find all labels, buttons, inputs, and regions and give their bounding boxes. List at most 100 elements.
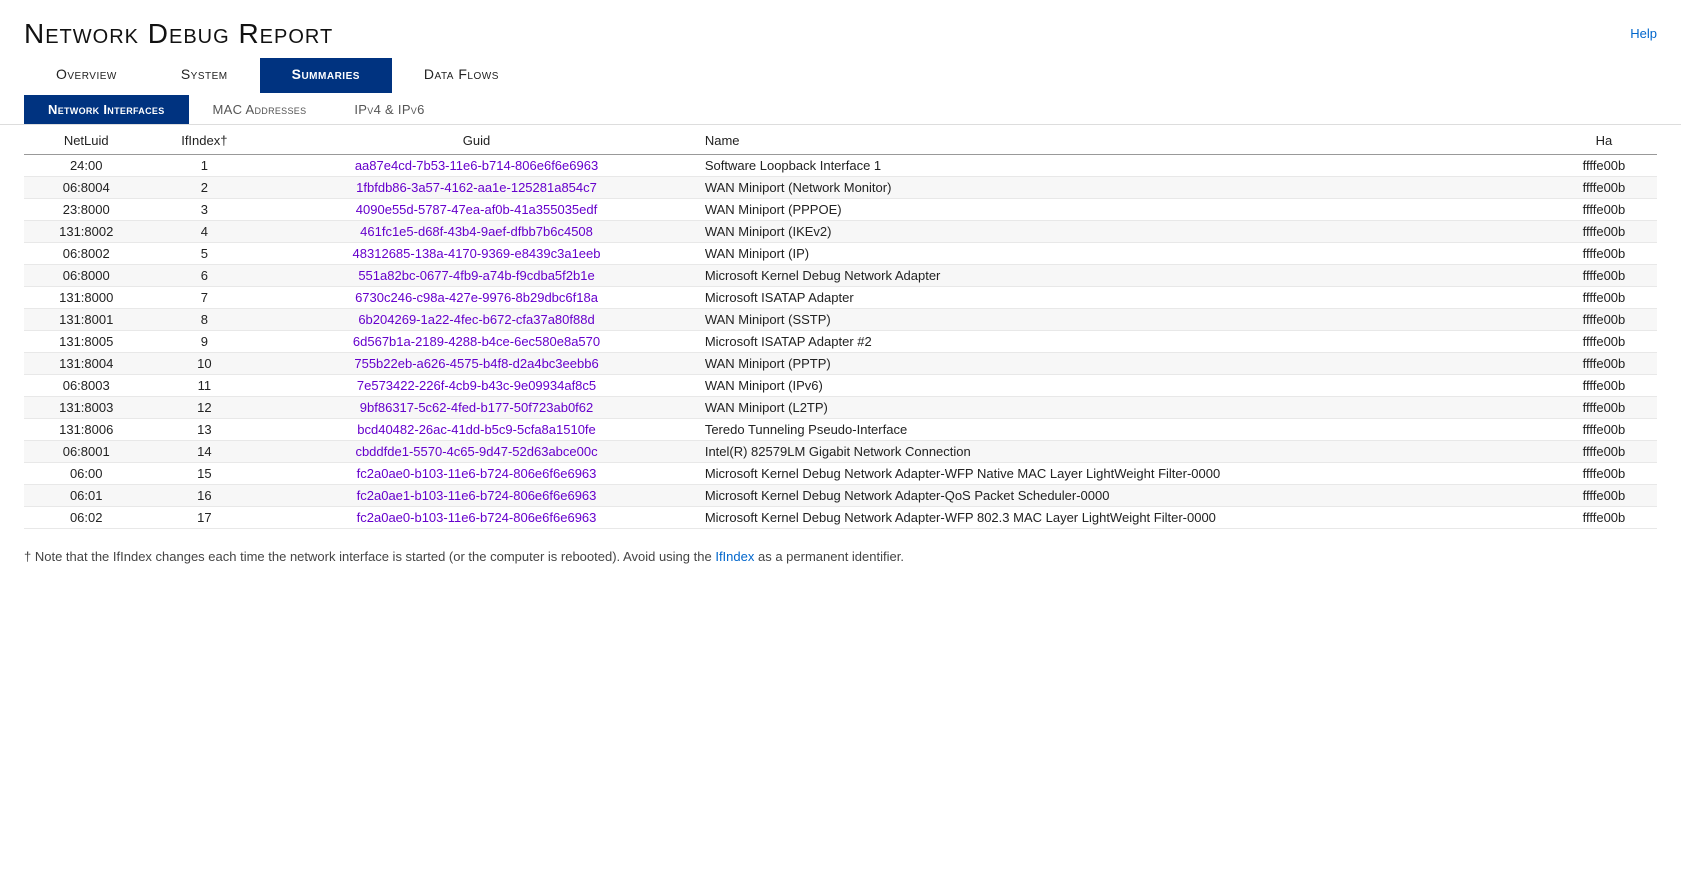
footnote: † Note that the IfIndex changes each tim…: [0, 529, 1681, 585]
table-container: NetLuid IfIndex† Guid Name Ha 24:001aa87…: [0, 127, 1681, 529]
cell-ha: ffffe00b: [1551, 331, 1657, 353]
cell-name: Software Loopback Interface 1: [693, 155, 1551, 177]
cell-netluid: 06:8002: [24, 243, 148, 265]
cell-name: Microsoft Kernel Debug Network Adapter-W…: [693, 507, 1551, 529]
cell-guid: 9bf86317-5c62-4fed-b177-50f723ab0f62: [260, 397, 693, 419]
col-netluid: NetLuid: [24, 127, 148, 155]
cell-name: Microsoft Kernel Debug Network Adapter: [693, 265, 1551, 287]
table-row: 131:800613bcd40482-26ac-41dd-b5c9-5cfa8a…: [24, 419, 1657, 441]
cell-netluid: 06:8001: [24, 441, 148, 463]
cell-name: WAN Miniport (Network Monitor): [693, 177, 1551, 199]
cell-name: Microsoft ISATAP Adapter #2: [693, 331, 1551, 353]
cell-netluid: 131:8001: [24, 309, 148, 331]
ifindex-link: IfIndex: [715, 549, 754, 564]
table-row: 06:8003117e573422-226f-4cb9-b43c-9e09934…: [24, 375, 1657, 397]
cell-ha: ffffe00b: [1551, 441, 1657, 463]
cell-ha: ffffe00b: [1551, 155, 1657, 177]
cell-netluid: 24:00: [24, 155, 148, 177]
cell-ifindex: 6: [148, 265, 260, 287]
subtab-ipv4-ipv6[interactable]: IPv4 & IPv6: [330, 95, 448, 124]
cell-netluid: 131:8003: [24, 397, 148, 419]
cell-ifindex: 10: [148, 353, 260, 375]
cell-ha: ffffe00b: [1551, 309, 1657, 331]
cell-guid: 4090e55d-5787-47ea-af0b-41a355035edf: [260, 199, 693, 221]
cell-ha: ffffe00b: [1551, 177, 1657, 199]
table-row: 06:8002548312685-138a-4170-9369-e8439c3a…: [24, 243, 1657, 265]
table-row: 06:80006551a82bc-0677-4fb9-a74b-f9cdba5f…: [24, 265, 1657, 287]
cell-netluid: 06:01: [24, 485, 148, 507]
cell-guid: 7e573422-226f-4cb9-b43c-9e09934af8c5: [260, 375, 693, 397]
cell-ha: ffffe00b: [1551, 199, 1657, 221]
help-link[interactable]: Help: [1630, 18, 1657, 41]
cell-ifindex: 2: [148, 177, 260, 199]
cell-guid: bcd40482-26ac-41dd-b5c9-5cfa8a1510fe: [260, 419, 693, 441]
cell-netluid: 06:8003: [24, 375, 148, 397]
cell-name: WAN Miniport (L2TP): [693, 397, 1551, 419]
cell-ifindex: 17: [148, 507, 260, 529]
cell-netluid: 06:8004: [24, 177, 148, 199]
cell-ha: ffffe00b: [1551, 397, 1657, 419]
cell-ha: ffffe00b: [1551, 221, 1657, 243]
cell-netluid: 131:8002: [24, 221, 148, 243]
tab-system[interactable]: System: [149, 58, 260, 93]
cell-ha: ffffe00b: [1551, 265, 1657, 287]
tab-overview[interactable]: Overview: [24, 58, 149, 93]
cell-name: Intel(R) 82579LM Gigabit Network Connect…: [693, 441, 1551, 463]
cell-netluid: 131:8005: [24, 331, 148, 353]
cell-ha: ffffe00b: [1551, 243, 1657, 265]
cell-guid: aa87e4cd-7b53-11e6-b714-806e6f6e6963: [260, 155, 693, 177]
cell-name: WAN Miniport (SSTP): [693, 309, 1551, 331]
table-row: 131:80024461fc1e5-d68f-43b4-9aef-dfbb7b6…: [24, 221, 1657, 243]
cell-ha: ffffe00b: [1551, 375, 1657, 397]
subtab-mac-addresses[interactable]: MAC Addresses: [189, 95, 331, 124]
cell-ifindex: 4: [148, 221, 260, 243]
sub-tabs: Network Interfaces MAC Addresses IPv4 & …: [0, 95, 1681, 125]
cell-ifindex: 9: [148, 331, 260, 353]
table-row: 131:800186b204269-1a22-4fec-b672-cfa37a8…: [24, 309, 1657, 331]
col-name: Name: [693, 127, 1551, 155]
cell-netluid: 131:8006: [24, 419, 148, 441]
network-interfaces-table: NetLuid IfIndex† Guid Name Ha 24:001aa87…: [24, 127, 1657, 529]
table-row: 06:800421fbfdb86-3a57-4162-aa1e-125281a8…: [24, 177, 1657, 199]
cell-netluid: 131:8004: [24, 353, 148, 375]
cell-guid: 551a82bc-0677-4fb9-a74b-f9cdba5f2b1e: [260, 265, 693, 287]
cell-netluid: 23:8000: [24, 199, 148, 221]
main-tabs: Overview System Summaries Data Flows: [0, 58, 1681, 93]
cell-ifindex: 14: [148, 441, 260, 463]
tab-dataflows[interactable]: Data Flows: [392, 58, 531, 93]
footnote-text: † Note that the IfIndex changes each tim…: [24, 549, 904, 564]
title-bar: Network Debug Report Help: [0, 0, 1681, 58]
page: Network Debug Report Help Overview Syste…: [0, 0, 1681, 887]
cell-guid: 755b22eb-a626-4575-b4f8-d2a4bc3eebb6: [260, 353, 693, 375]
table-row: 131:800596d567b1a-2189-4288-b4ce-6ec580e…: [24, 331, 1657, 353]
cell-name: Teredo Tunneling Pseudo-Interface: [693, 419, 1551, 441]
subtab-network-interfaces[interactable]: Network Interfaces: [24, 95, 189, 124]
cell-name: WAN Miniport (PPTP): [693, 353, 1551, 375]
tab-summaries[interactable]: Summaries: [260, 58, 392, 93]
cell-guid: 1fbfdb86-3a57-4162-aa1e-125281a854c7: [260, 177, 693, 199]
cell-netluid: 06:00: [24, 463, 148, 485]
cell-ifindex: 7: [148, 287, 260, 309]
cell-ifindex: 8: [148, 309, 260, 331]
cell-netluid: 06:02: [24, 507, 148, 529]
cell-ha: ffffe00b: [1551, 507, 1657, 529]
table-row: 24:001aa87e4cd-7b53-11e6-b714-806e6f6e69…: [24, 155, 1657, 177]
cell-guid: 6730c246-c98a-427e-9976-8b29dbc6f18a: [260, 287, 693, 309]
table-row: 06:0217fc2a0ae0-b103-11e6-b724-806e6f6e6…: [24, 507, 1657, 529]
cell-name: Microsoft Kernel Debug Network Adapter-Q…: [693, 485, 1551, 507]
table-row: 06:0015fc2a0ae0-b103-11e6-b724-806e6f6e6…: [24, 463, 1657, 485]
cell-name: Microsoft ISATAP Adapter: [693, 287, 1551, 309]
cell-ifindex: 16: [148, 485, 260, 507]
cell-guid: 6b204269-1a22-4fec-b672-cfa37a80f88d: [260, 309, 693, 331]
cell-ha: ffffe00b: [1551, 353, 1657, 375]
table-row: 131:800410755b22eb-a626-4575-b4f8-d2a4bc…: [24, 353, 1657, 375]
table-row: 06:800114cbddfde1-5570-4c65-9d47-52d63ab…: [24, 441, 1657, 463]
cell-ha: ffffe00b: [1551, 287, 1657, 309]
cell-ifindex: 11: [148, 375, 260, 397]
cell-guid: 48312685-138a-4170-9369-e8439c3a1eeb: [260, 243, 693, 265]
table-row: 23:800034090e55d-5787-47ea-af0b-41a35503…: [24, 199, 1657, 221]
table-row: 131:8003129bf86317-5c62-4fed-b177-50f723…: [24, 397, 1657, 419]
cell-guid: 6d567b1a-2189-4288-b4ce-6ec580e8a570: [260, 331, 693, 353]
cell-ifindex: 5: [148, 243, 260, 265]
cell-guid: fc2a0ae1-b103-11e6-b724-806e6f6e6963: [260, 485, 693, 507]
